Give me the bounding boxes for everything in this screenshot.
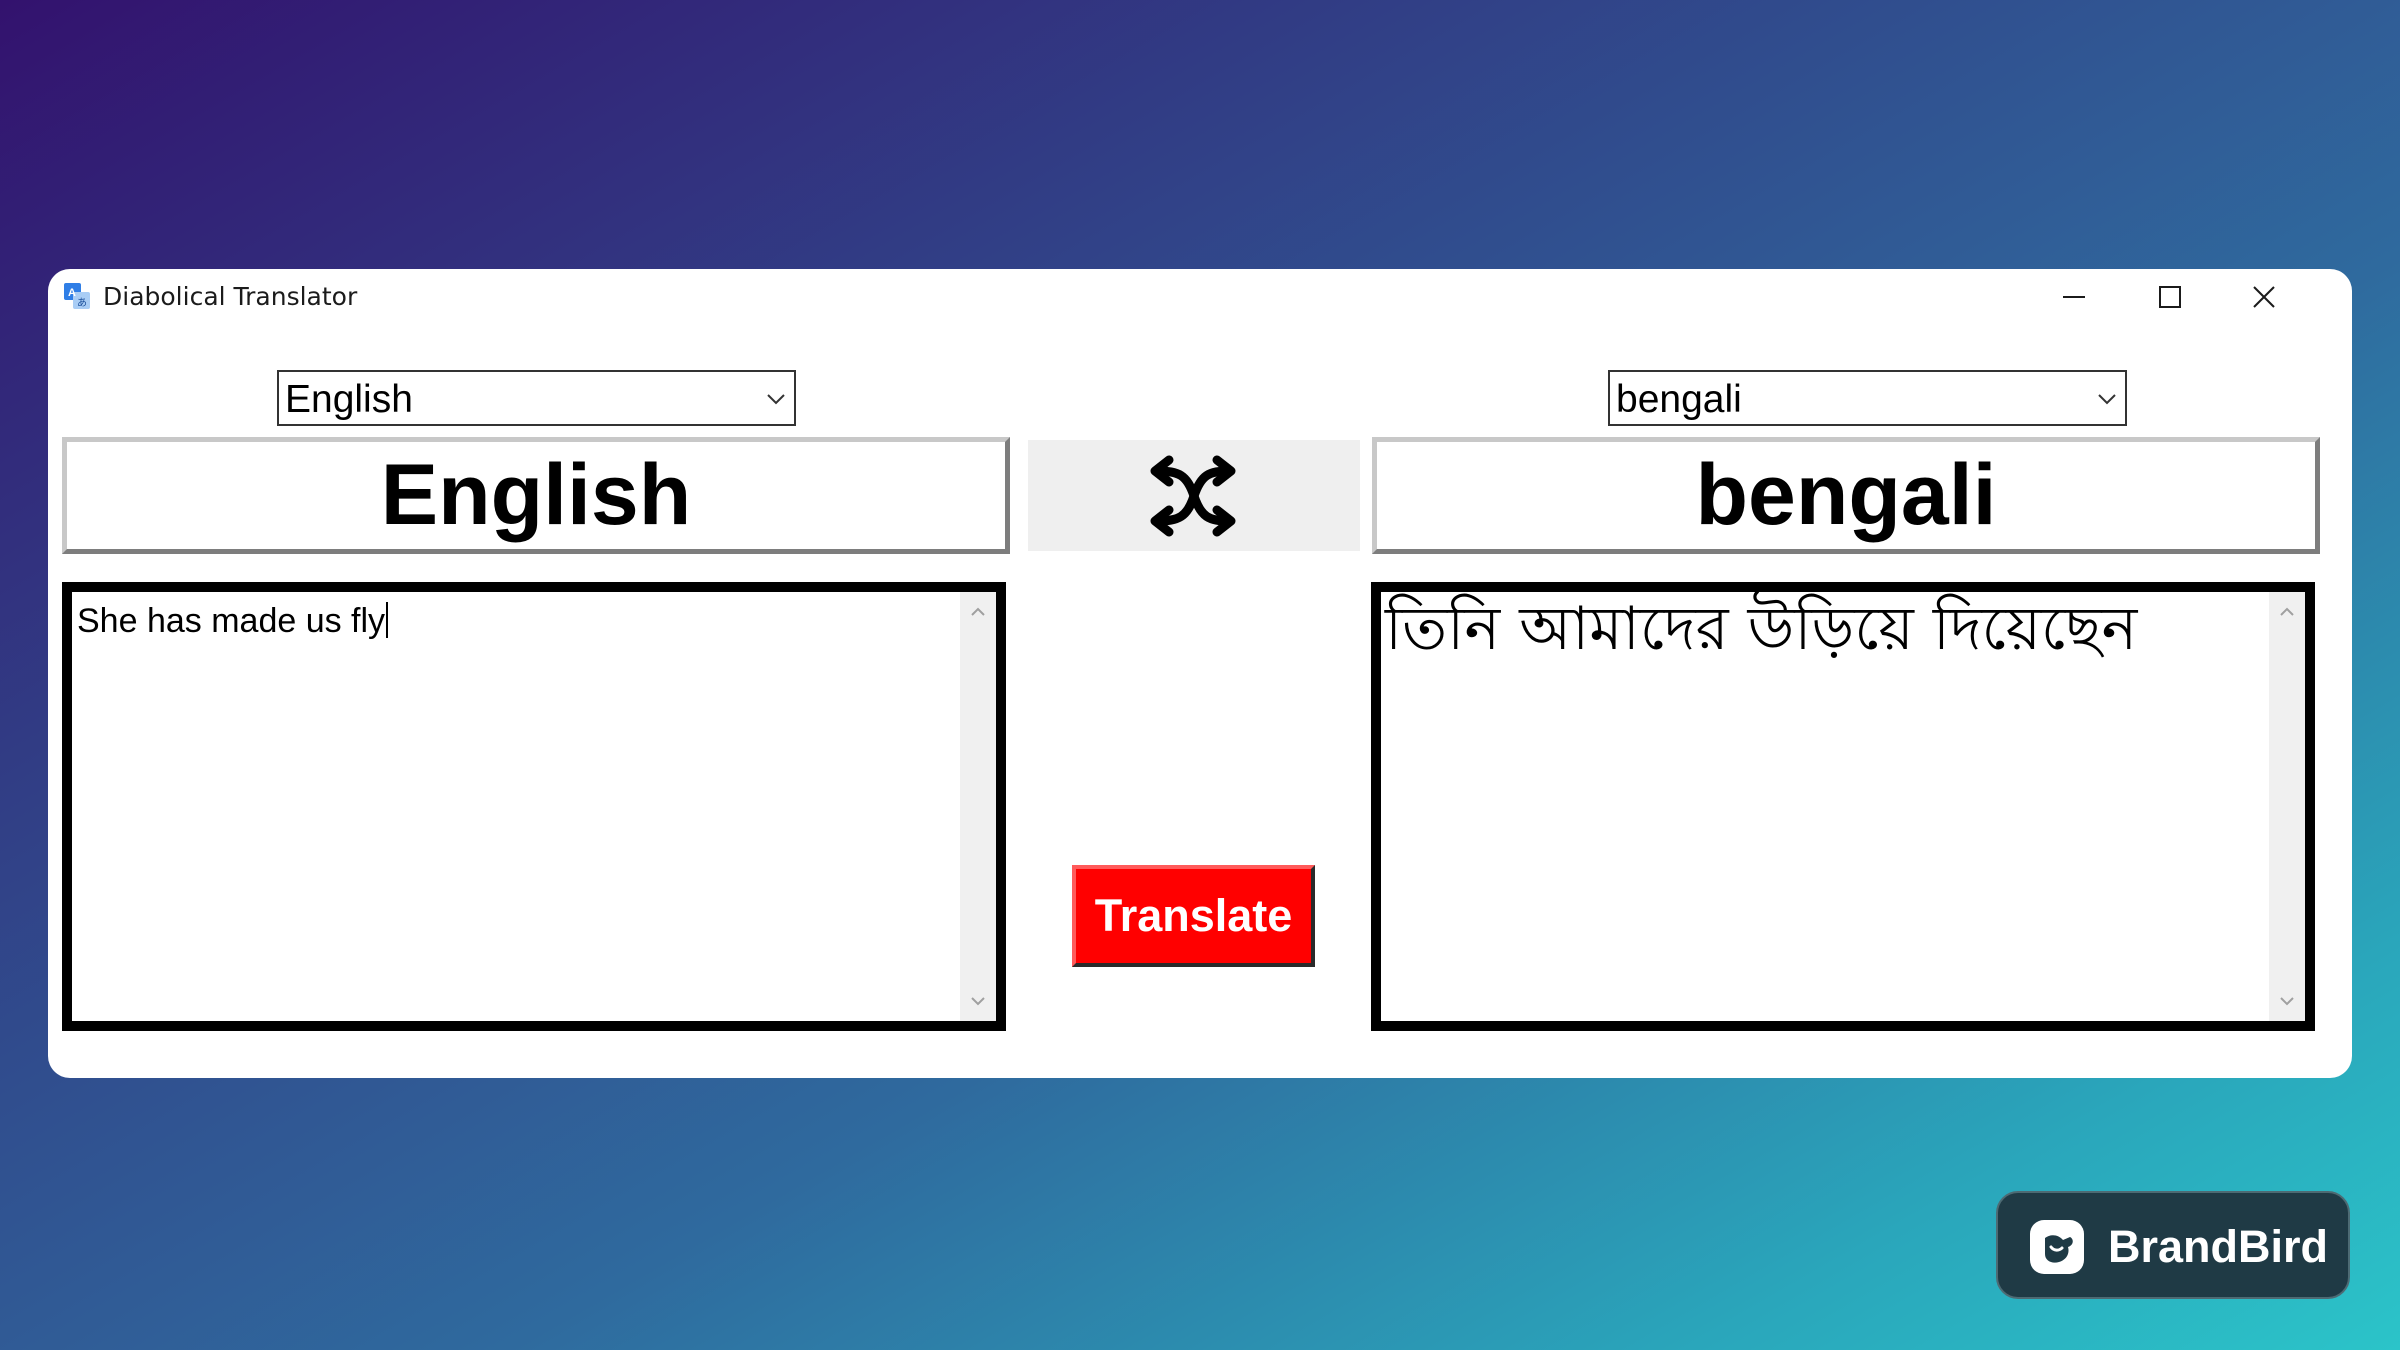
translate-app-icon: A あ: [64, 283, 90, 309]
text-cursor: [386, 602, 389, 638]
scroll-up-arrow-icon[interactable]: [969, 606, 987, 618]
maximize-button[interactable]: [2124, 269, 2216, 325]
scroll-up-arrow-icon[interactable]: [2278, 606, 2296, 618]
source-text-area[interactable]: She has made us fly: [62, 582, 1006, 1031]
source-language-label: English: [62, 437, 1010, 554]
chevron-down-icon: [2098, 394, 2116, 405]
svg-text:A: A: [68, 287, 76, 299]
window-title: Diabolical Translator: [103, 282, 358, 311]
source-text: She has made us fly: [77, 602, 386, 640]
translated-text: তিনি আমাদের উড়িয়ে দিয়েছেন: [1385, 594, 2138, 664]
brandbird-badge: BrandBird: [1996, 1191, 2350, 1299]
svg-text:あ: あ: [77, 297, 87, 309]
source-language-value: English: [285, 378, 413, 421]
brand-name: BrandBird: [2108, 1221, 2329, 1272]
target-text-area[interactable]: তিনি আমাদের উড়িয়ে দিয়েছেন: [1371, 582, 2315, 1031]
title-bar: A あ Diabolical Translator: [48, 269, 2352, 325]
source-text-content[interactable]: She has made us fly: [77, 598, 389, 644]
shuffle-icon: [1150, 455, 1236, 536]
source-language-select[interactable]: English: [277, 370, 796, 426]
target-scrollbar[interactable]: [2269, 592, 2305, 1021]
scroll-down-arrow-icon[interactable]: [969, 995, 987, 1007]
minimize-icon: [2063, 296, 2085, 298]
close-button[interactable]: [2218, 269, 2310, 325]
translator-window: A あ Diabolical Translator English bengal…: [48, 269, 2352, 1078]
minimize-button[interactable]: [2028, 269, 2120, 325]
swap-languages-button[interactable]: [1028, 440, 1360, 551]
target-language-label: bengali: [1372, 437, 2320, 554]
translate-button[interactable]: Translate: [1072, 865, 1315, 967]
source-scrollbar[interactable]: [960, 592, 996, 1021]
maximize-icon: [2159, 286, 2181, 308]
target-language-value: bengali: [1616, 378, 1742, 421]
brandbird-logo-icon: [2030, 1220, 2084, 1274]
target-language-select[interactable]: bengali: [1608, 370, 2127, 426]
chevron-down-icon: [767, 394, 785, 405]
scroll-down-arrow-icon[interactable]: [2278, 995, 2296, 1007]
close-icon: [2253, 286, 2275, 308]
